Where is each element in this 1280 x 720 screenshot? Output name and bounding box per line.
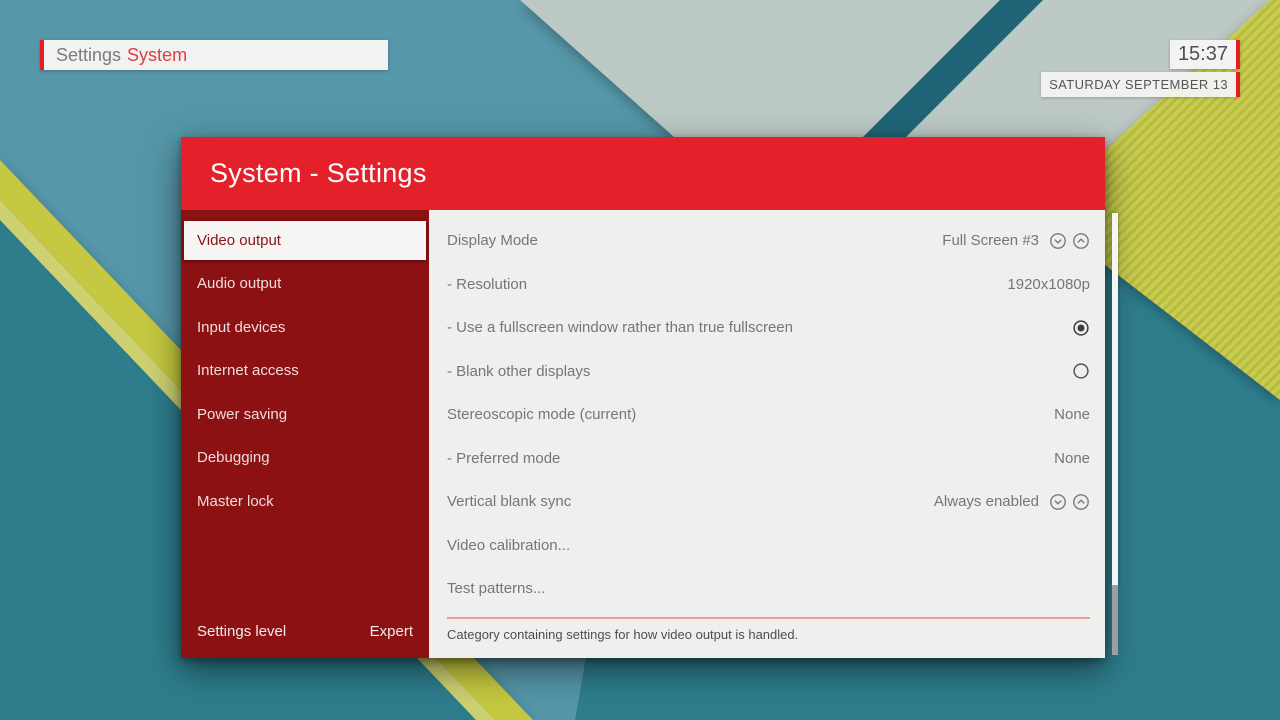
setting-row-display-mode[interactable]: Display ModeFull Screen #3 (447, 219, 1090, 263)
spinner-up-icon[interactable] (1072, 232, 1090, 250)
clock-date: SATURDAY SEPTEMBER 13 (1041, 72, 1240, 97)
sidebar-item-label: Power saving (197, 406, 287, 423)
setting-label: - Use a fullscreen window rather than tr… (447, 319, 1062, 336)
setting-label: Display Mode (447, 232, 942, 249)
settings-level-label: Settings level (197, 623, 286, 640)
setting-row-use-a-fullscreen-window-rather-than-true-fullscreen[interactable]: - Use a fullscreen window rather than tr… (447, 306, 1090, 350)
setting-control (1049, 232, 1090, 250)
setting-row-blank-other-displays[interactable]: - Blank other displays (447, 350, 1090, 394)
setting-row-vertical-blank-sync[interactable]: Vertical blank syncAlways enabled (447, 480, 1090, 524)
scrollbar-thumb[interactable] (1112, 213, 1118, 585)
scrollbar (1112, 213, 1118, 655)
sidebar-item-label: Debugging (197, 449, 270, 466)
radio-off-icon[interactable] (1072, 362, 1090, 380)
setting-row-preferred-mode[interactable]: - Preferred modeNone (447, 437, 1090, 481)
spinner-down-icon[interactable] (1049, 493, 1067, 511)
setting-control (1072, 362, 1090, 380)
setting-value: 1920x1080p (1007, 276, 1090, 293)
breadcrumb-section: Settings (56, 45, 121, 66)
settings-level-row[interactable]: Settings level Expert (181, 610, 429, 653)
setting-label: Test patterns... (447, 580, 1090, 597)
sidebar-item-label: Internet access (197, 362, 299, 379)
panel-divider (447, 617, 1090, 619)
sidebar-item-master-lock[interactable]: Master lock (181, 480, 429, 524)
spinner-down-icon[interactable] (1049, 232, 1067, 250)
setting-row-stereoscopic-mode-current[interactable]: Stereoscopic mode (current)None (447, 393, 1090, 437)
setting-row-video-calibration[interactable]: Video calibration... (447, 524, 1090, 568)
sidebar-item-label: Video output (197, 232, 281, 249)
settings-rows: Display ModeFull Screen #3- Resolution19… (447, 219, 1090, 611)
setting-value: Full Screen #3 (942, 232, 1039, 249)
setting-label: Stereoscopic mode (current) (447, 406, 1054, 423)
sidebar-menu: Video output Audio output Input devices Int… (181, 210, 429, 658)
setting-control (1049, 493, 1090, 511)
setting-label: - Preferred mode (447, 450, 1054, 467)
dialog-header: System - Settings (181, 137, 1105, 210)
sidebar-item-label: Input devices (197, 319, 285, 336)
sidebar-item-input-devices[interactable]: Input devices (181, 306, 429, 350)
sidebar-item-label: Audio output (197, 275, 281, 292)
settings-level-value: Expert (370, 623, 413, 640)
clock-time-label: 15:37 (1178, 43, 1228, 66)
setting-label: Vertical blank sync (447, 493, 934, 510)
settings-panel: Display ModeFull Screen #3- Resolution19… (429, 210, 1105, 658)
radio-on-icon[interactable] (1072, 319, 1090, 337)
setting-row-test-patterns[interactable]: Test patterns... (447, 567, 1090, 611)
setting-label: - Resolution (447, 276, 1007, 293)
dialog-body: Video output Audio output Input devices Int… (181, 210, 1105, 658)
sidebar-item-debugging[interactable]: Debugging (181, 436, 429, 480)
sidebar-item-power-saving[interactable]: Power saving (181, 393, 429, 437)
setting-value: None (1054, 450, 1090, 467)
setting-value: Always enabled (934, 493, 1039, 510)
sidebar-items: Video output Audio output Input devices Int… (181, 221, 429, 523)
clock-date-label: SATURDAY SEPTEMBER 13 (1049, 77, 1228, 92)
setting-value: None (1054, 406, 1090, 423)
scrollbar-track[interactable] (1112, 585, 1118, 655)
breadcrumb: Settings System (40, 40, 388, 70)
setting-control (1072, 319, 1090, 337)
setting-label: - Blank other displays (447, 363, 1062, 380)
setting-row-resolution[interactable]: - Resolution1920x1080p (447, 263, 1090, 307)
dialog-title: System - Settings (210, 158, 427, 189)
sidebar-item-label: Master lock (197, 493, 274, 510)
breadcrumb-page: System (127, 45, 187, 66)
sidebar-item-internet-access[interactable]: Internet access (181, 349, 429, 393)
setting-label: Video calibration... (447, 537, 1090, 554)
sidebar-item-audio-output[interactable]: Audio output (181, 262, 429, 306)
settings-dialog: System - Settings Video output Audio outp… (181, 137, 1105, 658)
setting-description: Category containing settings for how vid… (447, 627, 1090, 642)
sidebar-item-video-output[interactable]: Video output (184, 221, 426, 260)
spinner-up-icon[interactable] (1072, 493, 1090, 511)
clock-time: 15:37 (1170, 40, 1240, 69)
